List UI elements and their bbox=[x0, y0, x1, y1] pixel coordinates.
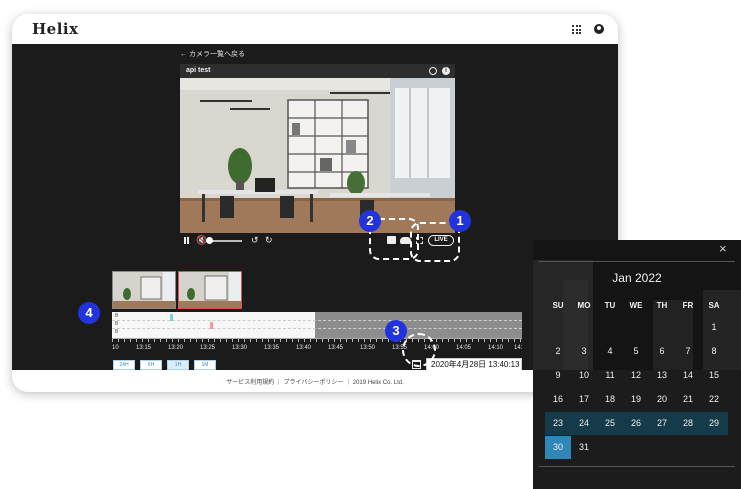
timeline-channel-label: B bbox=[115, 313, 119, 319]
calendar-day[interactable]: 26 bbox=[623, 412, 649, 434]
callout-outline-3 bbox=[402, 333, 436, 367]
timeline-tick-label: 13:15 bbox=[136, 345, 152, 351]
timeline-row bbox=[112, 328, 522, 329]
app-header: Helix bbox=[12, 14, 618, 44]
calendar-day[interactable]: 25 bbox=[597, 412, 623, 434]
user-icon[interactable] bbox=[594, 24, 604, 34]
timeline-tick-label: 13:30 bbox=[232, 345, 248, 351]
timeline-channel-label: B bbox=[115, 329, 119, 335]
calendar-day[interactable]: 1 bbox=[701, 316, 727, 338]
timeline-clip-marker[interactable] bbox=[170, 314, 173, 321]
calendar-day[interactable]: 22 bbox=[701, 388, 727, 410]
timeline-tick-label: 13:35 bbox=[264, 345, 280, 351]
volume-slider[interactable] bbox=[208, 240, 242, 242]
calendar-day[interactable]: 4 bbox=[597, 340, 623, 362]
calendar-weekday-label: SU bbox=[552, 301, 564, 310]
calendar-weekday-label: TH bbox=[656, 301, 668, 310]
callout-badge-4: 4 bbox=[78, 302, 100, 324]
calendar-day[interactable]: 19 bbox=[623, 388, 649, 410]
calendar-day[interactable]: 10 bbox=[571, 364, 597, 386]
calendar-day[interactable]: 24 bbox=[571, 412, 597, 434]
callout-badge-2: 2 bbox=[359, 210, 381, 232]
calendar-day[interactable]: 12 bbox=[623, 364, 649, 386]
recording-timeline[interactable]: B B B bbox=[112, 312, 522, 338]
grid-icon[interactable] bbox=[572, 25, 581, 34]
calendar-day[interactable]: 2 bbox=[545, 340, 571, 362]
calendar-day[interactable]: 31 bbox=[571, 436, 597, 458]
forward-icon[interactable]: ↻ bbox=[265, 235, 273, 245]
calendar-day[interactable]: 13 bbox=[649, 364, 675, 386]
timeline-clip-marker[interactable] bbox=[210, 322, 213, 329]
timeline-tick-label: 13:25 bbox=[200, 345, 216, 351]
recording-thumbnail[interactable] bbox=[112, 271, 176, 309]
calendar-day[interactable]: 14 bbox=[675, 364, 701, 386]
range-button-24h[interactable]: 24H bbox=[113, 360, 135, 370]
calendar-weekday-label: FR bbox=[682, 301, 694, 310]
clock-icon[interactable] bbox=[429, 67, 437, 75]
timeline-tick-label: 13:50 bbox=[360, 345, 376, 351]
calendar-month-label: Jan 2022 bbox=[612, 271, 662, 285]
calendar-weekday-label: SA bbox=[708, 301, 720, 310]
calendar-divider bbox=[539, 261, 735, 262]
pause-icon[interactable] bbox=[183, 235, 190, 245]
close-icon[interactable]: × bbox=[719, 241, 727, 256]
calendar-day[interactable]: 23 bbox=[545, 412, 571, 434]
calendar-day[interactable]: 21 bbox=[675, 388, 701, 410]
timeline-tick-label: 13:20 bbox=[168, 345, 184, 351]
callout-badge-1: 1 bbox=[449, 210, 471, 232]
camera-title-bar: api test i bbox=[180, 64, 455, 78]
thumbnail-image bbox=[179, 272, 241, 308]
calendar-day[interactable]: 28 bbox=[675, 412, 701, 434]
range-button-1h[interactable]: 1H bbox=[167, 360, 189, 370]
tablet-frame: Helix ← カメラ一覧へ戻る api test i 🔇 ↺ ↻ LIVE B… bbox=[12, 14, 618, 392]
range-button-6h[interactable]: 6H bbox=[140, 360, 162, 370]
timeline-tick-label: 13:40 bbox=[296, 345, 312, 351]
timeline-row bbox=[112, 320, 522, 321]
office-scene-image bbox=[180, 78, 455, 233]
calendar-day[interactable]: 27 bbox=[649, 412, 675, 434]
timeline-tick-label: 14:10 bbox=[488, 345, 504, 351]
calendar-day[interactable]: 3 bbox=[571, 340, 597, 362]
timeline-tick-label: 10 bbox=[112, 345, 119, 351]
recording-thumbnail-selected[interactable] bbox=[178, 271, 242, 309]
viewer-screen: ← カメラ一覧へ戻る api test i 🔇 ↺ ↻ LIVE B B B 1… bbox=[12, 44, 618, 371]
rewind-icon[interactable]: ↺ bbox=[251, 235, 259, 245]
calendar-day[interactable]: 20 bbox=[649, 388, 675, 410]
callout-badge-3: 3 bbox=[385, 320, 407, 342]
camera-name: api test bbox=[186, 67, 211, 74]
mute-icon[interactable]: 🔇 bbox=[196, 235, 207, 245]
calendar-day[interactable]: 29 bbox=[701, 412, 727, 434]
timeline-tick-label: 14: bbox=[514, 345, 523, 351]
calendar-day[interactable]: 5 bbox=[623, 340, 649, 362]
timeline-tick-label: 13:45 bbox=[328, 345, 344, 351]
calendar-divider bbox=[539, 466, 735, 467]
calendar-day[interactable]: 8 bbox=[701, 340, 727, 362]
date-picker-popup: × Jan 2022 SU MO TU WE TH FR SA 1 2 3 4 5 6 7 8 9 10 11 1… bbox=[533, 240, 741, 489]
timeline-ruler bbox=[112, 338, 522, 342]
info-icon[interactable]: i bbox=[442, 67, 450, 75]
calendar-day[interactable]: 7 bbox=[675, 340, 701, 362]
range-button-1m[interactable]: 1M bbox=[194, 360, 216, 370]
page-footer: サービス利用規約 ｜ プライバシーポリシー ｜ 2019 Helix Co. L… bbox=[12, 370, 618, 392]
volume-knob[interactable] bbox=[206, 237, 213, 244]
app-logo: Helix bbox=[32, 20, 79, 38]
screenshot-stage: Helix ← カメラ一覧へ戻る api test i 🔇 ↺ ↻ LIVE B… bbox=[0, 0, 741, 489]
calendar-weekday-label: MO bbox=[577, 301, 591, 310]
timeline-channel-label: B bbox=[115, 321, 119, 327]
timeline-tick-label: 14:05 bbox=[456, 345, 472, 351]
camera-video-feed[interactable] bbox=[180, 78, 455, 233]
back-to-camera-list-link[interactable]: ← カメラ一覧へ戻る bbox=[180, 49, 245, 59]
calendar-day-selected[interactable]: 30 bbox=[545, 436, 571, 458]
calendar-day[interactable]: 6 bbox=[649, 340, 675, 362]
calendar-weekday-label: WE bbox=[629, 301, 643, 310]
calendar-day[interactable]: 17 bbox=[571, 388, 597, 410]
footer-links[interactable]: サービス利用規約 ｜ プライバシーポリシー ｜ 2019 Helix Co. L… bbox=[12, 377, 618, 386]
calendar-weekday-label: TU bbox=[604, 301, 616, 310]
thumbnail-image bbox=[113, 272, 175, 308]
calendar-day[interactable]: 15 bbox=[701, 364, 727, 386]
calendar-day[interactable]: 11 bbox=[597, 364, 623, 386]
calendar-day[interactable]: 18 bbox=[597, 388, 623, 410]
calendar-day[interactable]: 16 bbox=[545, 388, 571, 410]
calendar-day[interactable]: 9 bbox=[545, 364, 571, 386]
